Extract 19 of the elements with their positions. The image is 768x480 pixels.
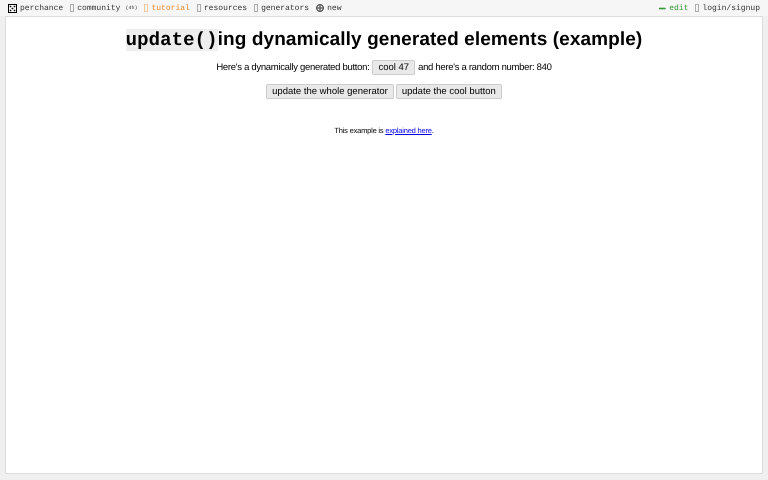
pencil-icon [659, 6, 666, 10]
intro-text: Here's a dynamically generated button: [216, 62, 370, 73]
page-title: update()ing dynamically generated elements (example) [124, 29, 644, 51]
box-icon [196, 4, 201, 12]
nav-link[interactable]: generators [254, 4, 310, 12]
nav-link[interactable]: new [316, 4, 342, 12]
update-button[interactable]: update the whole generator [266, 84, 394, 99]
plus-icon [316, 4, 324, 12]
box-icon [695, 4, 700, 12]
box-icon [70, 4, 74, 12]
box-icon [144, 4, 148, 12]
dice-icon [8, 4, 17, 12]
update-button[interactable]: update the cool button [396, 84, 502, 99]
nav-link[interactable]: login/signup [695, 4, 760, 12]
box-icon [254, 4, 258, 12]
cool-button[interactable]: cool 47 [372, 60, 416, 75]
random-number-text: and here's a random number: 840 [418, 62, 552, 73]
nav-link[interactable]: perchance [8, 4, 64, 12]
nav-link[interactable]: resources [196, 4, 248, 12]
